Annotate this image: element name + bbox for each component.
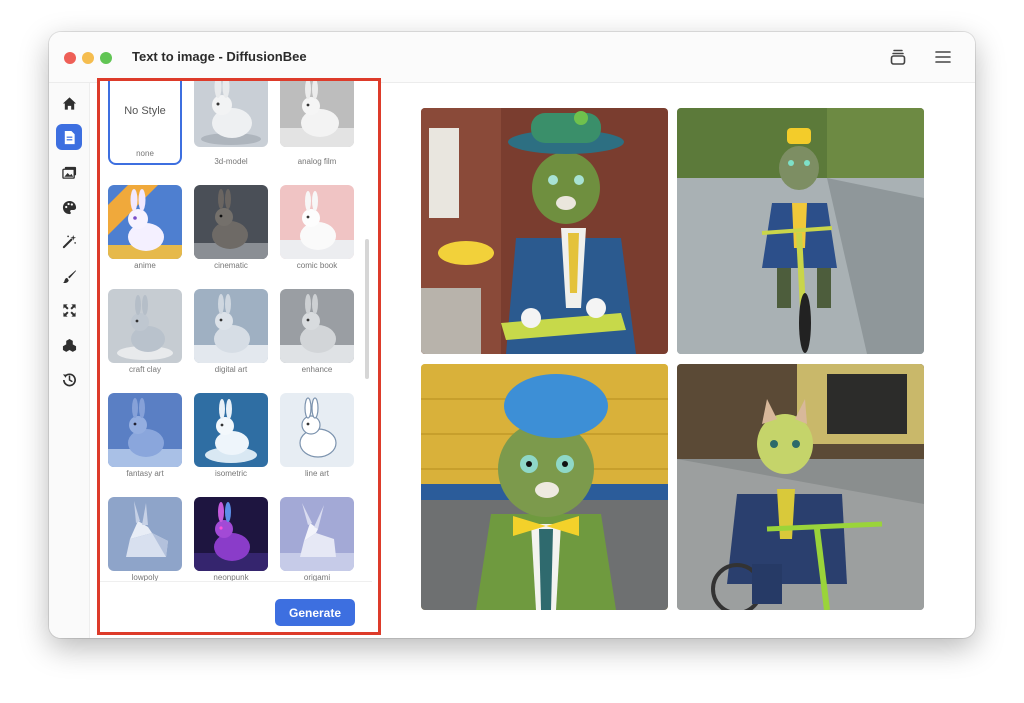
style-option-3d-model[interactable]: 3d-model: [194, 81, 268, 177]
style-option-isometric[interactable]: isometric: [194, 393, 268, 489]
style-thumbnail: [280, 289, 354, 363]
generated-image-4[interactable]: [677, 364, 924, 610]
style-label: digital art: [214, 365, 248, 374]
close-window-button[interactable]: [64, 52, 76, 64]
style-label: fantasy art: [126, 469, 164, 478]
style-thumbnail: [194, 81, 268, 147]
history-icon[interactable]: [56, 366, 82, 392]
style-thumbnail: [280, 393, 354, 467]
style-list-scrollbar[interactable]: [365, 239, 369, 379]
style-option-fantasy-art[interactable]: fantasy art: [108, 393, 182, 489]
style-thumbnail: [108, 185, 182, 259]
style-option-line-art[interactable]: line art: [280, 393, 354, 489]
style-option-analog-film[interactable]: analog film: [280, 81, 354, 177]
style-thumbnail: [194, 497, 268, 571]
title-bar: Text to image - DiffusionBee: [49, 32, 975, 83]
zoom-window-button[interactable]: [100, 52, 112, 64]
panel-divider: [100, 581, 372, 582]
style-label: anime: [134, 261, 156, 270]
generated-image-1[interactable]: [421, 108, 668, 354]
style-thumbnail: [108, 393, 182, 467]
cubes-icon[interactable]: [56, 332, 82, 358]
generate-button[interactable]: Generate: [275, 599, 355, 626]
style-label: none: [136, 149, 154, 158]
style-option-cinematic[interactable]: cinematic: [194, 185, 268, 281]
style-option-craft-clay[interactable]: craft clay: [108, 289, 182, 385]
style-thumbnail: [108, 289, 182, 363]
style-selected-frame: No Style none: [108, 81, 182, 165]
style-label: analog film: [297, 157, 337, 166]
images-icon[interactable]: [56, 159, 82, 185]
style-thumbnail: [194, 393, 268, 467]
style-option-digital-art[interactable]: digital art: [194, 289, 268, 385]
style-thumbnail: [108, 497, 182, 571]
expand-icon[interactable]: [56, 297, 82, 323]
style-option-enhance[interactable]: enhance: [280, 289, 354, 385]
style-option-comic-book[interactable]: comic book: [280, 185, 354, 281]
app-window: Text to image - DiffusionBee No Style no…: [49, 32, 975, 638]
generated-image-3[interactable]: [421, 364, 668, 610]
style-label: 3d-model: [214, 157, 248, 166]
magic-wand-icon[interactable]: [56, 228, 82, 254]
style-option-anime[interactable]: anime: [108, 185, 182, 281]
palette-icon[interactable]: [56, 194, 82, 220]
style-thumbnail: [280, 497, 354, 571]
style-thumbnail: [194, 185, 268, 259]
home-icon[interactable]: [56, 90, 82, 116]
style-label: cinematic: [214, 261, 248, 270]
sidebar: [49, 83, 90, 638]
style-picker-panel: No Style none 3d-model analog film anime: [97, 78, 381, 635]
stack-icon[interactable]: [888, 47, 908, 67]
no-style-title: No Style: [124, 105, 166, 117]
generated-image-2[interactable]: [677, 108, 924, 354]
style-option-lowpoly[interactable]: lowpoly: [108, 497, 182, 593]
style-label: craft clay: [128, 365, 161, 374]
document-icon[interactable]: [56, 124, 82, 150]
window-title: Text to image - DiffusionBee: [132, 49, 307, 64]
style-label: line art: [304, 469, 329, 478]
minimize-window-button[interactable]: [82, 52, 94, 64]
style-label: enhance: [301, 365, 333, 374]
hamburger-icon[interactable]: [933, 47, 953, 67]
style-thumbnail: [280, 185, 354, 259]
style-thumbnail: [280, 81, 354, 147]
brush-icon[interactable]: [56, 263, 82, 289]
style-label: isometric: [214, 469, 247, 478]
style-option-neonpunk[interactable]: neonpunk: [194, 497, 268, 593]
style-label: comic book: [296, 261, 338, 270]
style-option-none[interactable]: No Style none: [108, 81, 182, 177]
style-thumbnail: [194, 289, 268, 363]
style-option-origami[interactable]: origami: [280, 497, 354, 593]
